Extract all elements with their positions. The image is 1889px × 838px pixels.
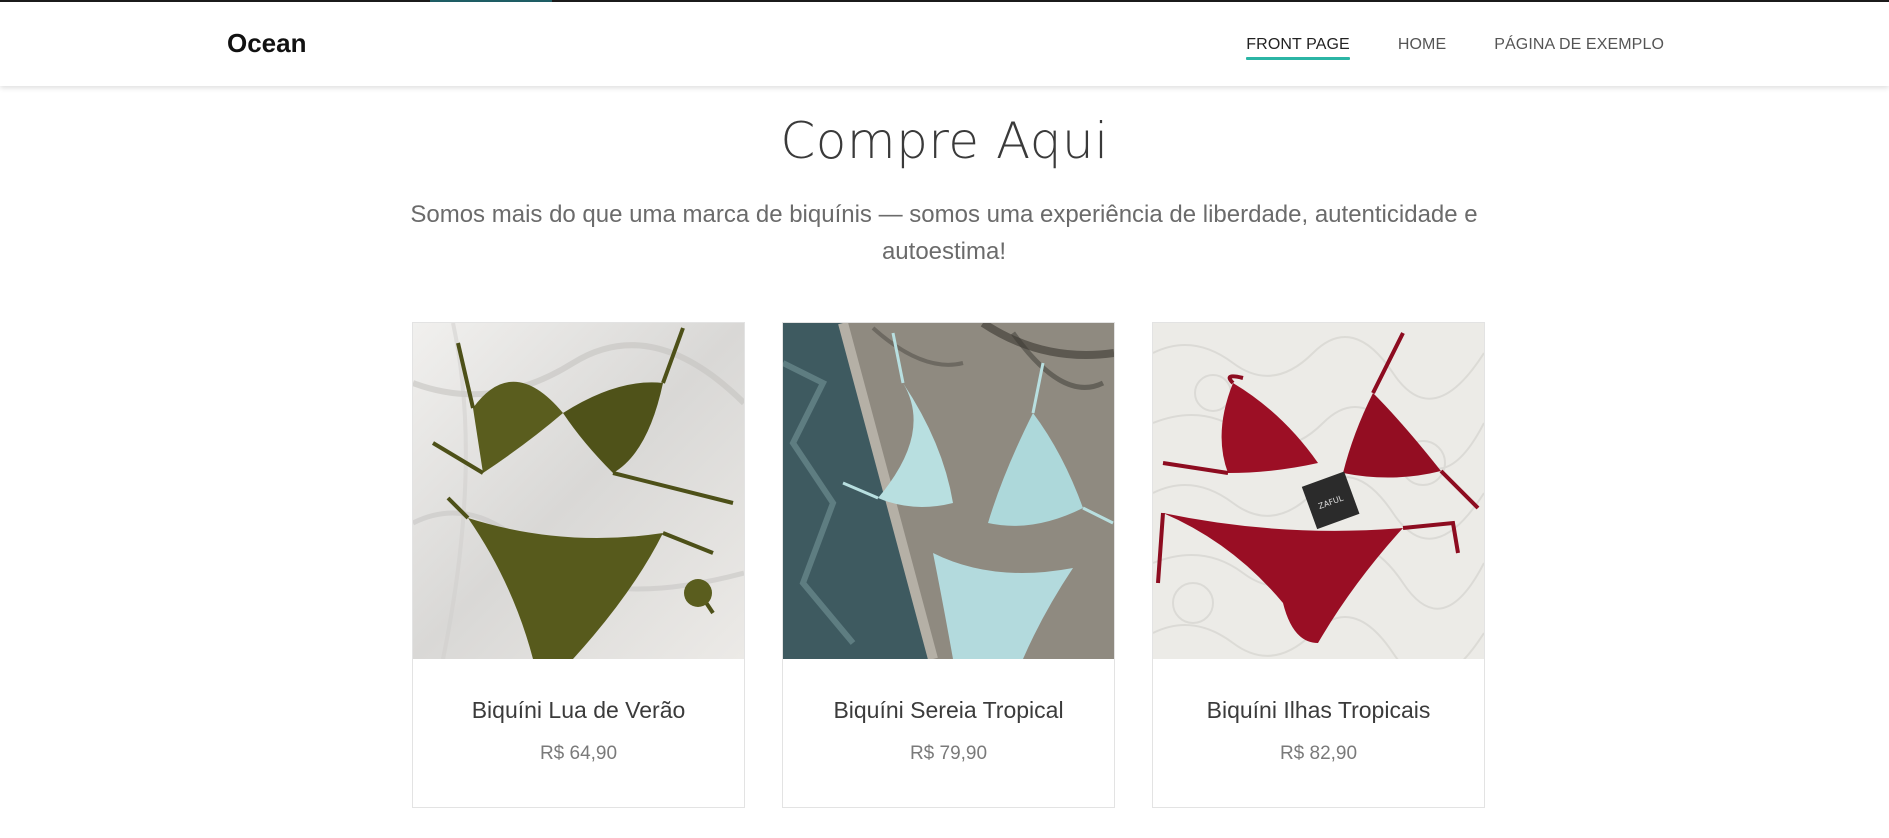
nav-item-front-page[interactable]: FRONT PAGE (1246, 36, 1350, 60)
product-card[interactable]: Biquíni Lua de Verão R$ 64,90 (412, 322, 745, 808)
site-header: Ocean FRONT PAGE HOME PÁGINA DE EXEMPLO (0, 2, 1889, 86)
product-price: R$ 82,90 (1279, 743, 1358, 764)
product-price: R$ 79,90 (909, 743, 988, 764)
product-card[interactable]: ZAFUL Biquíni Ilhas Tropicais R$ 82,90 (1152, 322, 1485, 808)
product-card[interactable]: Biquíni Sereia Tropical R$ 79,90 (782, 322, 1115, 808)
product-image[interactable]: ZAFUL (1153, 323, 1484, 659)
product-title[interactable]: Biquíni Sereia Tropical (783, 697, 1114, 724)
main-nav: FRONT PAGE HOME PÁGINA DE EXEMPLO (1246, 36, 1664, 60)
product-image[interactable] (413, 323, 744, 659)
nav-item-pagina-de-exemplo[interactable]: PÁGINA DE EXEMPLO (1494, 36, 1664, 60)
product-price: R$ 64,90 (539, 743, 618, 764)
page-title: Compre Aqui (780, 112, 1109, 170)
site-brand[interactable]: Ocean (227, 28, 307, 59)
product-title[interactable]: Biquíni Lua de Verão (413, 697, 744, 724)
product-image[interactable] (783, 323, 1114, 659)
page-subtitle: Somos mais do que uma marca de biquínis … (410, 201, 1478, 265)
product-title[interactable]: Biquíni Ilhas Tropicais (1153, 697, 1484, 724)
nav-item-home[interactable]: HOME (1398, 36, 1446, 60)
product-grid: Biquíni Lua de Verão R$ 64,90 Biquíni Se… (412, 322, 1485, 808)
